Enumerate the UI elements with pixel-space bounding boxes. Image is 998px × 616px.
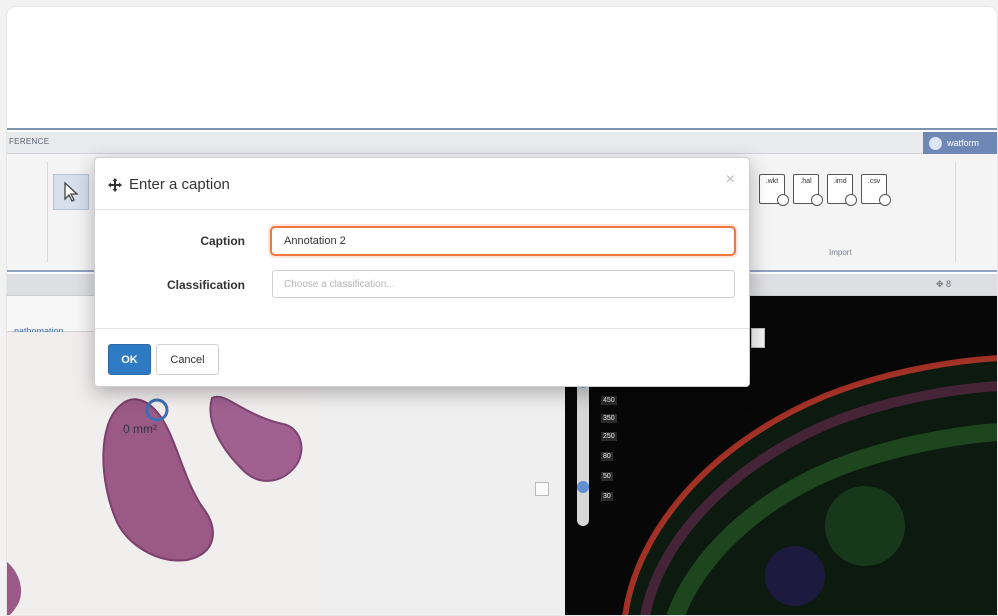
classification-label: Classification [166,278,245,292]
annotation-area-label: 0 mm² [123,422,157,436]
zoom-slider-handle[interactable] [577,481,589,493]
user-chip[interactable]: watform [923,132,997,154]
ribbon-tab-bar: FERENCE watform [7,132,997,154]
ribbon-separator [955,162,956,262]
zoom-level-label[interactable]: 350 [601,414,617,423]
import-group-label: Import [829,248,852,257]
browser-top-area [7,7,997,130]
panel-count: ✥ 8 [935,279,951,289]
move-arrows-icon[interactable] [107,177,123,193]
zoom-level-label[interactable]: 250 [601,432,617,441]
close-button[interactable]: × [726,171,735,189]
ok-button[interactable]: OK [108,344,151,375]
ribbon-separator [47,162,48,262]
zoom-level-label[interactable]: 450 [601,396,617,405]
user-name: watform [947,138,980,148]
dialog-title: Enter a caption [129,176,230,193]
cursor-arrow-icon [64,181,79,202]
classification-input[interactable] [272,270,735,298]
panel-expand-button[interactable] [535,482,549,496]
select-tool-button[interactable] [53,174,89,210]
panel-count-value: 8 [945,279,951,289]
caption-label: Caption [200,234,245,248]
dialog-header[interactable]: Enter a caption × [95,158,749,210]
import-hal-icon[interactable]: .hal [793,174,823,206]
import-csv-icon[interactable]: .csv [861,174,891,206]
ribbon-tab-reference[interactable]: FERENCE [9,137,49,146]
caption-dialog: Enter a caption × Caption Classification… [94,157,750,387]
dialog-footer: OK Cancel [95,328,749,386]
caption-input[interactable] [270,226,736,256]
zoom-level-label[interactable]: 50 [601,472,613,481]
import-group: .wkt .hal .imd .csv Import [749,164,949,264]
zoom-level-label[interactable]: 80 [601,452,613,461]
import-wkt-icon[interactable]: .wkt [759,174,789,206]
user-icon [929,136,942,150]
cancel-button[interactable]: Cancel [156,344,219,375]
import-imd-icon[interactable]: .imd [827,174,857,206]
panel-toggle-button[interactable] [751,328,765,348]
zoom-level-label[interactable]: 30 [601,492,613,501]
